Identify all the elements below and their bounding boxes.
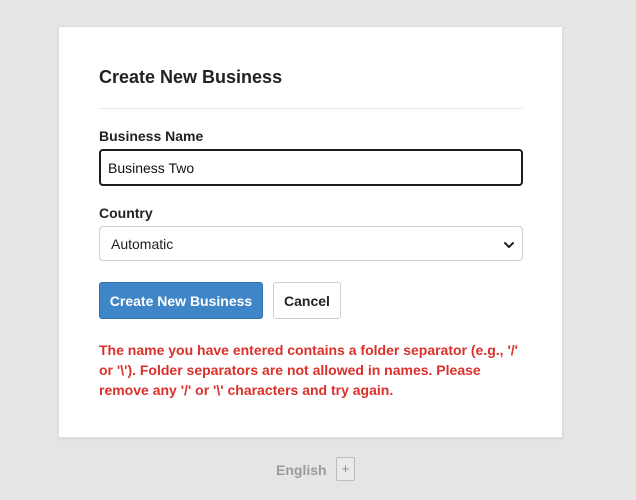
language-label[interactable]: English [276, 461, 327, 479]
country-label: Country [99, 205, 153, 221]
country-select[interactable]: Automatic [99, 226, 523, 261]
title-divider [99, 108, 523, 109]
error-message: The name you have entered contains a fol… [99, 342, 518, 398]
business-name-label: Business Name [99, 128, 204, 144]
create-business-button[interactable]: Create New Business [99, 282, 263, 319]
business-name-input[interactable] [99, 149, 523, 186]
cancel-button[interactable]: Cancel [273, 282, 341, 319]
create-business-card: Create New Business Business Name Countr… [58, 26, 563, 438]
chevron-down-icon [503, 238, 515, 250]
country-selected-value: Automatic [111, 235, 174, 252]
page-title: Create New Business [99, 67, 283, 87]
footer: English + [0, 457, 636, 483]
add-language-button[interactable]: + [336, 457, 355, 481]
